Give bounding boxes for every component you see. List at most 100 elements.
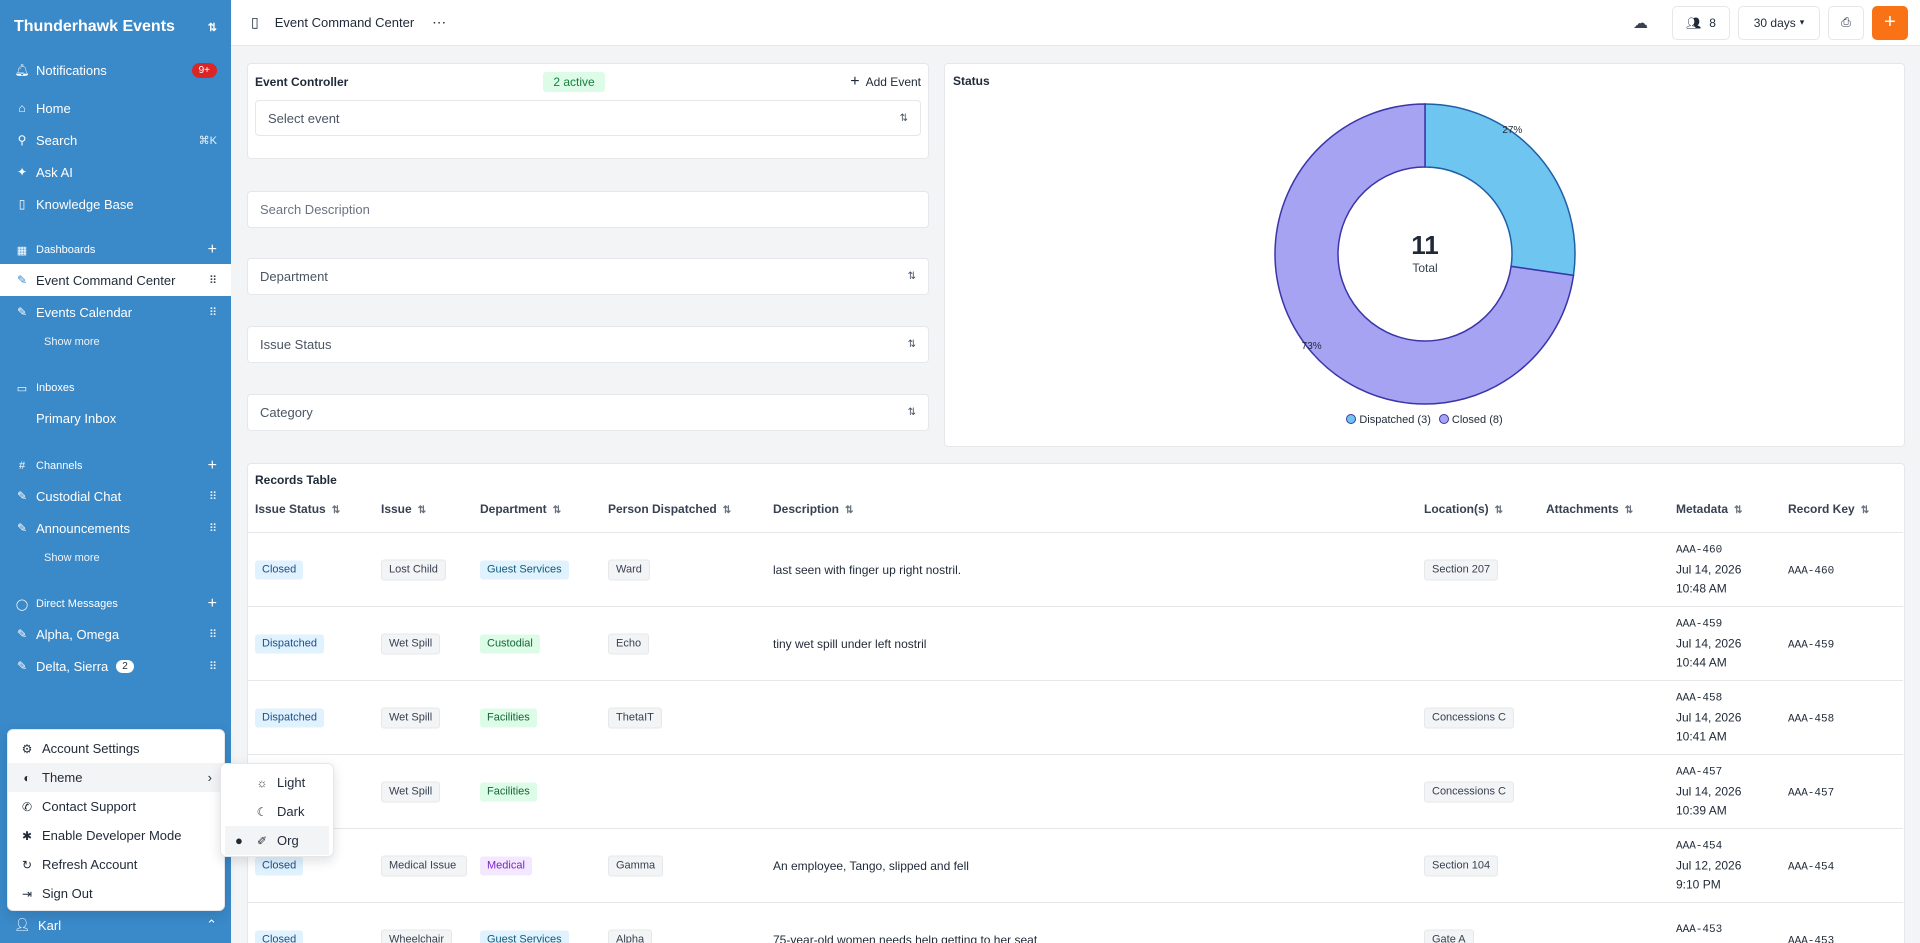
table-row[interactable]: Closed Medical Issue Medical Gamma An employ…: [248, 828, 1903, 902]
slice-dispatched[interactable]: [1424, 103, 1576, 277]
column-header-issue-status[interactable]: Issue Status ⇅: [255, 502, 340, 516]
moon-icon: ☾: [256, 804, 268, 819]
print-button[interactable]: ⎙: [1828, 5, 1864, 40]
column-header-attachments[interactable]: Attachments ⇅: [1546, 502, 1633, 516]
channels-show-more[interactable]: Show more: [0, 544, 231, 572]
table-cell: AAA-454: [1788, 858, 1834, 873]
theme-option-dark[interactable]: ☾ Dark: [225, 797, 329, 826]
add-button[interactable]: +: [1872, 5, 1908, 40]
drag-handle-icon[interactable]: ⠿: [209, 522, 217, 535]
sort-icon[interactable]: ⇅: [1734, 505, 1742, 516]
slice-label-closed: 73%: [1302, 341, 1322, 352]
sort-icon[interactable]: ⇅: [1495, 505, 1503, 516]
menu-refresh-account[interactable]: ↻ Refresh Account: [8, 850, 224, 879]
sidebar-item-custodial-chat[interactable]: ✎ Custodial Chat ⠿: [0, 480, 231, 512]
table-row[interactable]: Dispatched Wet Spill Facilities ThetaIT Conc…: [248, 680, 1903, 754]
drag-handle-icon[interactable]: ⠿: [209, 306, 217, 319]
issue-status-filter[interactable]: Issue Status ⇅: [247, 326, 929, 363]
menu-sign-out[interactable]: ⇥ Sign Out: [8, 879, 224, 908]
column-header-record-key[interactable]: Record Key ⇅: [1788, 502, 1869, 516]
metadata: AAA-458 Jul 14, 2026 10:41 AM: [1676, 689, 1741, 746]
sidebar-item-events-calendar[interactable]: ✎ Events Calendar ⠿: [0, 296, 231, 328]
department-filter[interactable]: Department ⇅: [247, 258, 929, 295]
column-header-department[interactable]: Department ⇅: [480, 502, 561, 516]
search-description-input[interactable]: Search Description: [247, 191, 929, 228]
legend-item-dispatched[interactable]: Dispatched (3): [1346, 414, 1431, 426]
sidebar-item-dm-alpha-omega[interactable]: ✎ Alpha, Omega ⠿: [0, 618, 231, 650]
table-row[interactable]: Closed Lost Child Guest Services Ward last s…: [248, 532, 1903, 606]
table-cell: Ward: [608, 559, 650, 580]
theme-option-org[interactable]: ● ✐ Org: [225, 826, 329, 855]
drag-handle-icon[interactable]: ⠿: [209, 660, 217, 673]
sidebar-item-label: Delta, Sierra: [36, 658, 109, 674]
sidebar-item-search[interactable]: ⚲ Search ⌘K: [0, 124, 231, 156]
department-tag: Guest Services: [480, 560, 569, 579]
record-key: AAA-459: [1788, 639, 1835, 651]
column-header-person-dispatched[interactable]: Person Dispatched ⇅: [608, 502, 731, 516]
drag-handle-icon[interactable]: ⠿: [209, 628, 217, 641]
users-count: 8: [1709, 15, 1716, 30]
column-header-metadata[interactable]: Metadata ⇅: [1676, 502, 1742, 516]
sidebar-item-label: Event Command Center: [36, 272, 176, 288]
table-row[interactable]: Dispatched Wet Spill Custodial Echo tiny wet…: [248, 606, 1903, 680]
category-filter[interactable]: Category ⇅: [247, 394, 929, 431]
sidebar-item-home[interactable]: ⌂ Home: [0, 92, 231, 124]
table-row[interactable]: Closed Wheelchair Guest Services Alpha 75-ye…: [248, 902, 1903, 943]
sidebar-item-primary-inbox[interactable]: Primary Inbox: [0, 402, 231, 434]
add-dashboard-icon[interactable]: +: [208, 241, 217, 259]
sort-icon[interactable]: ⇅: [1861, 505, 1869, 516]
menu-theme[interactable]: ◐ Theme ›: [8, 763, 224, 792]
menu-contact-support[interactable]: ✆ Contact Support: [8, 792, 224, 821]
menu-account-settings[interactable]: ⚙ Account Settings: [8, 734, 224, 763]
sort-icon[interactable]: ⇅: [418, 505, 426, 516]
sort-icon[interactable]: ⇅: [723, 505, 731, 516]
org-switcher[interactable]: Thunderhawk Events ⇅: [0, 0, 231, 54]
sidebar-toggle-icon[interactable]: ▯: [251, 14, 259, 31]
sort-icon[interactable]: ⇅: [332, 505, 340, 516]
add-dm-icon[interactable]: +: [208, 595, 217, 613]
sidebar-item-event-command-center[interactable]: ✎ Event Command Center ⠿: [0, 264, 231, 296]
legend-swatch: [1346, 414, 1357, 424]
table-row[interactable]: Wet Spill Facilities Concessions C AAA-457 J…: [248, 754, 1903, 828]
pin-icon: ✎: [16, 489, 28, 503]
sort-icon[interactable]: ⇅: [553, 505, 561, 516]
table-cell: Closed: [255, 560, 304, 579]
sort-icon[interactable]: ⇅: [1625, 505, 1633, 516]
table-cell: AAA-457: [1788, 784, 1834, 799]
add-channel-icon[interactable]: +: [208, 457, 217, 475]
metadata-line: Jul 14, 2026: [1676, 636, 1742, 650]
legend-label: Dispatched (3): [1359, 414, 1431, 426]
column-header-label: Description: [773, 502, 840, 516]
records-table: Records Table Issue Status ⇅ Issue ⇅ Departm…: [247, 463, 1905, 943]
menu-enable-developer-mode[interactable]: ✱ Enable Developer Mode: [8, 821, 224, 850]
hash-icon: #: [18, 460, 26, 472]
category-filter-label: Category: [260, 405, 313, 420]
sidebar-item-dm-delta-sierra[interactable]: ✎ Delta, Sierra 2 ⠿: [0, 650, 231, 682]
select-event-dropdown[interactable]: Select event ⇅: [255, 100, 921, 136]
sidebar-item-announcements[interactable]: ✎ Announcements ⠿: [0, 512, 231, 544]
sidebar-item-ask-ai[interactable]: ✦ Ask AI: [0, 156, 231, 188]
table-cell: AAA-457 Jul 14, 2026 10:39 AM: [1676, 763, 1741, 820]
users-button[interactable]: 👥︎ 8: [1672, 5, 1730, 40]
drag-handle-icon[interactable]: ⠿: [209, 490, 217, 503]
add-event-button[interactable]: + Add Event: [850, 73, 921, 91]
user-menu-trigger[interactable]: 👤︎ Karl ⌃: [0, 907, 231, 943]
range-select[interactable]: 30 days ▾: [1738, 5, 1820, 40]
drag-handle-icon[interactable]: ⠿: [209, 274, 217, 287]
theme-option-light[interactable]: ☼ Light: [225, 768, 329, 797]
column-header-description[interactable]: Description ⇅: [773, 502, 853, 516]
column-header-issue[interactable]: Issue ⇅: [381, 502, 426, 516]
range-label: 30 days: [1753, 15, 1796, 30]
sidebar-item-knowledge-base[interactable]: ▯ Knowledge Base: [0, 188, 231, 220]
sidebar-item-notifications[interactable]: 🔔︎ Notifications 9+: [0, 54, 231, 86]
dashboards-show-more[interactable]: Show more: [0, 328, 231, 356]
table-cell: Concessions C: [1424, 707, 1514, 728]
more-options-icon[interactable]: ⋯: [432, 14, 446, 31]
legend-item-closed[interactable]: Closed (8): [1438, 414, 1503, 426]
cloud-sync-icon[interactable]: ☁: [1633, 14, 1648, 32]
status-badge: Dispatched: [255, 708, 325, 727]
plus-icon: +: [850, 73, 860, 90]
sort-icon[interactable]: ⇅: [845, 505, 853, 516]
pin-icon: ✎: [16, 273, 28, 287]
column-header-location-s[interactable]: Location(s) ⇅: [1424, 502, 1503, 516]
